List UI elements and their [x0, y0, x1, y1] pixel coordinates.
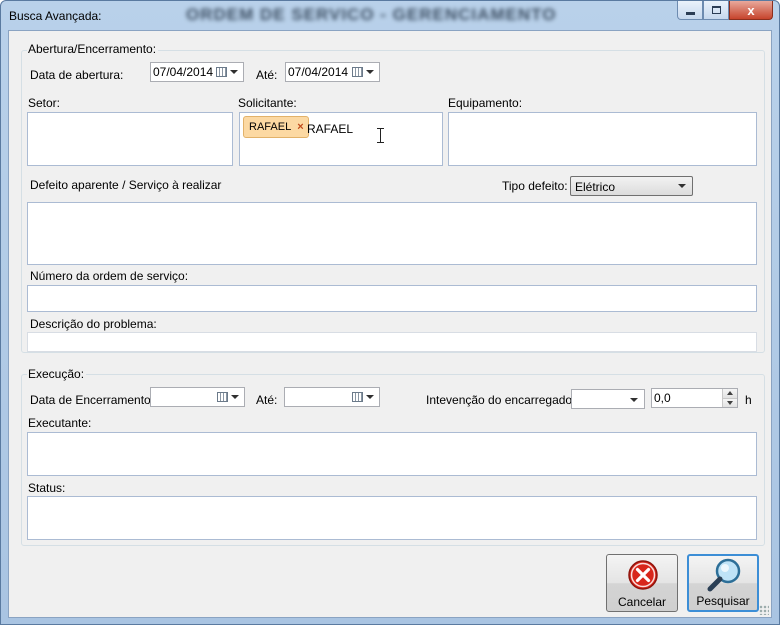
- abertura-group-label: Abertura/Encerramento:: [27, 42, 159, 56]
- minimize-icon: [685, 11, 695, 15]
- data-abertura-value: 07/04/2014: [153, 65, 214, 79]
- window-title: Busca Avançada:: [9, 9, 102, 23]
- solicitante-field[interactable]: RAFAEL × RAFAEL: [239, 112, 443, 166]
- setor-field[interactable]: [27, 112, 233, 166]
- setor-label: Setor:: [28, 96, 61, 110]
- minimize-button[interactable]: [677, 1, 703, 20]
- cancel-icon: [628, 560, 658, 590]
- execucao-group-label: Execução:: [27, 367, 87, 381]
- chevron-down-icon: [630, 398, 638, 402]
- tipo-defeito-select[interactable]: Elétrico: [570, 176, 693, 196]
- hours-spinner[interactable]: 0,0: [651, 388, 738, 408]
- calendar-icon: [352, 67, 363, 77]
- close-icon: x: [747, 2, 755, 18]
- chevron-down-icon: [230, 70, 238, 74]
- solicitante-label: Solicitante:: [238, 96, 297, 110]
- main-window: Busca Avançada: ORDEM DE SERVICO - GEREN…: [0, 0, 780, 625]
- text-cursor-icon: [377, 128, 384, 143]
- status-field[interactable]: [27, 496, 757, 540]
- calendar-icon: [217, 392, 228, 402]
- defeito-field[interactable]: [27, 202, 757, 265]
- hours-unit-label: h: [745, 393, 752, 407]
- executante-field[interactable]: [27, 432, 757, 476]
- search-button[interactable]: Pesquisar: [687, 554, 759, 612]
- resize-grip-icon[interactable]: [759, 605, 769, 615]
- maximize-button[interactable]: [703, 1, 729, 20]
- cancel-button[interactable]: Cancelar: [606, 554, 678, 612]
- data-abertura-picker[interactable]: 07/04/2014: [150, 62, 244, 82]
- equipamento-field[interactable]: [448, 112, 757, 166]
- intervencao-label: Intevenção do encarregado:: [426, 393, 576, 407]
- solicitante-typed-text: RAFAEL: [307, 122, 354, 136]
- solicitante-tag-label: RAFAEL: [249, 121, 292, 133]
- maximize-icon: [711, 6, 721, 14]
- solicitante-tag[interactable]: RAFAEL ×: [243, 116, 309, 138]
- numero-os-field[interactable]: [27, 285, 757, 312]
- descricao-label: Descrição do problema:: [30, 317, 157, 331]
- defeito-label: Defeito aparente / Serviço à realizar: [30, 178, 222, 192]
- chevron-down-icon: [678, 184, 686, 188]
- data-encerramento-picker[interactable]: [150, 387, 245, 407]
- cancel-button-label: Cancelar: [617, 595, 667, 609]
- spin-down-icon[interactable]: [723, 398, 737, 407]
- hours-value: 0,0: [654, 391, 671, 405]
- tag-remove-icon[interactable]: ×: [297, 121, 303, 133]
- chevron-down-icon: [231, 395, 239, 399]
- search-icon: [707, 558, 741, 592]
- equipamento-label: Equipamento:: [448, 96, 523, 110]
- descricao-field[interactable]: [27, 332, 757, 352]
- data-encerramento-label: Data de Encerramento:: [30, 393, 155, 407]
- spin-up-icon[interactable]: [723, 389, 737, 398]
- calendar-icon: [352, 392, 363, 402]
- chevron-down-icon: [366, 395, 374, 399]
- ate-encerramento-label: Até:: [256, 393, 278, 407]
- client-area: Abertura/Encerramento: Data de abertura:…: [8, 30, 772, 618]
- numero-os-label: Número da ordem de serviço:: [30, 269, 189, 283]
- tipo-defeito-value: Elétrico: [575, 180, 616, 194]
- data-abertura-label: Data de abertura:: [30, 68, 124, 82]
- search-button-label: Pesquisar: [696, 594, 750, 608]
- ate-label: Até:: [256, 68, 278, 82]
- executante-label: Executante:: [28, 416, 92, 430]
- title-bar: Busca Avançada: ORDEM DE SERVICO - GEREN…: [1, 1, 779, 31]
- intervencao-combo[interactable]: [571, 389, 645, 409]
- chevron-down-icon: [366, 70, 374, 74]
- close-button[interactable]: x: [729, 1, 773, 20]
- ate-date-value: 07/04/2014: [288, 65, 349, 79]
- app-title-blurred: ORDEM DE SERVICO - GERENCIAMENTO: [186, 5, 557, 24]
- tipo-defeito-label: Tipo defeito:: [502, 179, 568, 193]
- ate-date-picker[interactable]: 07/04/2014: [285, 62, 380, 82]
- calendar-icon: [216, 67, 227, 77]
- status-label: Status:: [28, 481, 66, 495]
- ate-encerramento-picker[interactable]: [284, 387, 380, 407]
